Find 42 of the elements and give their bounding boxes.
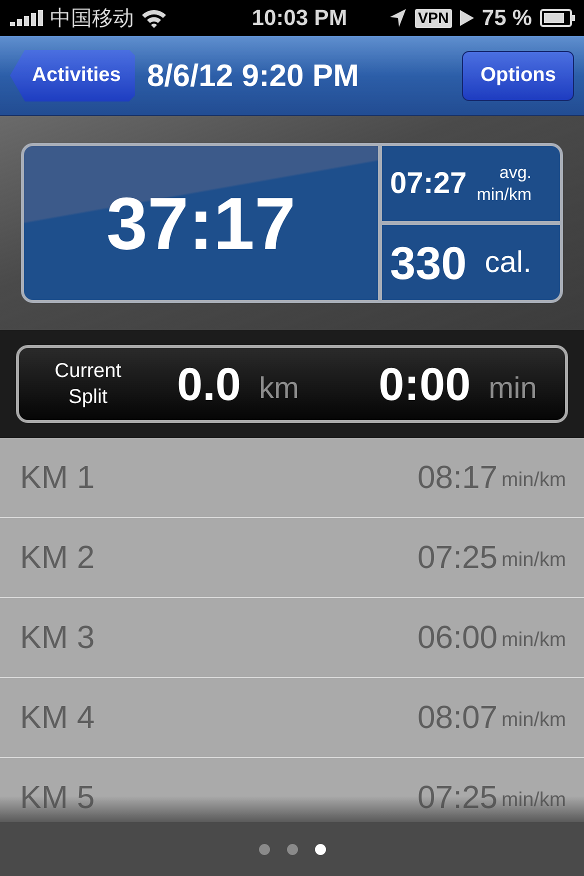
split-name: KM 5 [20, 779, 96, 816]
split-pace: 08:07 [417, 699, 498, 736]
calories-value: 330 [390, 236, 467, 290]
split-name: KM 1 [20, 459, 96, 496]
split-pace: 07:25 [417, 539, 498, 576]
split-name: KM 3 [20, 619, 96, 656]
pace-unit: min/km [476, 184, 532, 206]
pace-label: avg. [499, 162, 532, 184]
split-pace: 07:25 [417, 779, 498, 816]
play-icon [460, 10, 474, 26]
split-time: 0:00 [378, 357, 471, 411]
split-label: Current [54, 359, 122, 384]
activity-title: 8/6/12 9:20 PM [146, 58, 360, 94]
page-dot[interactable] [286, 844, 298, 854]
split-pace: 06:00 [417, 619, 498, 656]
split-name: KM 2 [20, 539, 96, 576]
battery-percent: 75 % [482, 5, 532, 31]
vpn-badge: VPN [415, 8, 452, 28]
options-button[interactable]: Options [462, 50, 574, 100]
split-label: Split [68, 385, 108, 410]
split-pace: 08:17 [417, 459, 498, 496]
page-dot[interactable] [314, 844, 326, 854]
location-arrow-icon [389, 8, 407, 28]
back-button[interactable]: Activities [10, 50, 135, 102]
page-dot[interactable] [258, 844, 270, 854]
split-distance: 0.0 [177, 357, 241, 411]
calories-unit: cal. [484, 246, 532, 280]
carrier-name: 中国移动 [50, 6, 134, 32]
wifi-icon [140, 8, 168, 28]
time-unit: min [488, 372, 537, 406]
pace-unit: min/km [502, 629, 566, 652]
distance-unit: km [258, 372, 299, 406]
pace-value: 07:27 [390, 166, 467, 200]
status-time: 10:03 PM [250, 5, 348, 31]
battery-icon [540, 9, 576, 27]
pace-unit: min/km [502, 709, 566, 732]
pace-unit: min/km [502, 789, 566, 812]
pace-unit: min/km [502, 469, 566, 492]
signal-icon [10, 10, 44, 26]
duration: 37:17 [24, 146, 378, 300]
split-name: KM 4 [20, 699, 96, 736]
pace-unit: min/km [502, 549, 566, 572]
